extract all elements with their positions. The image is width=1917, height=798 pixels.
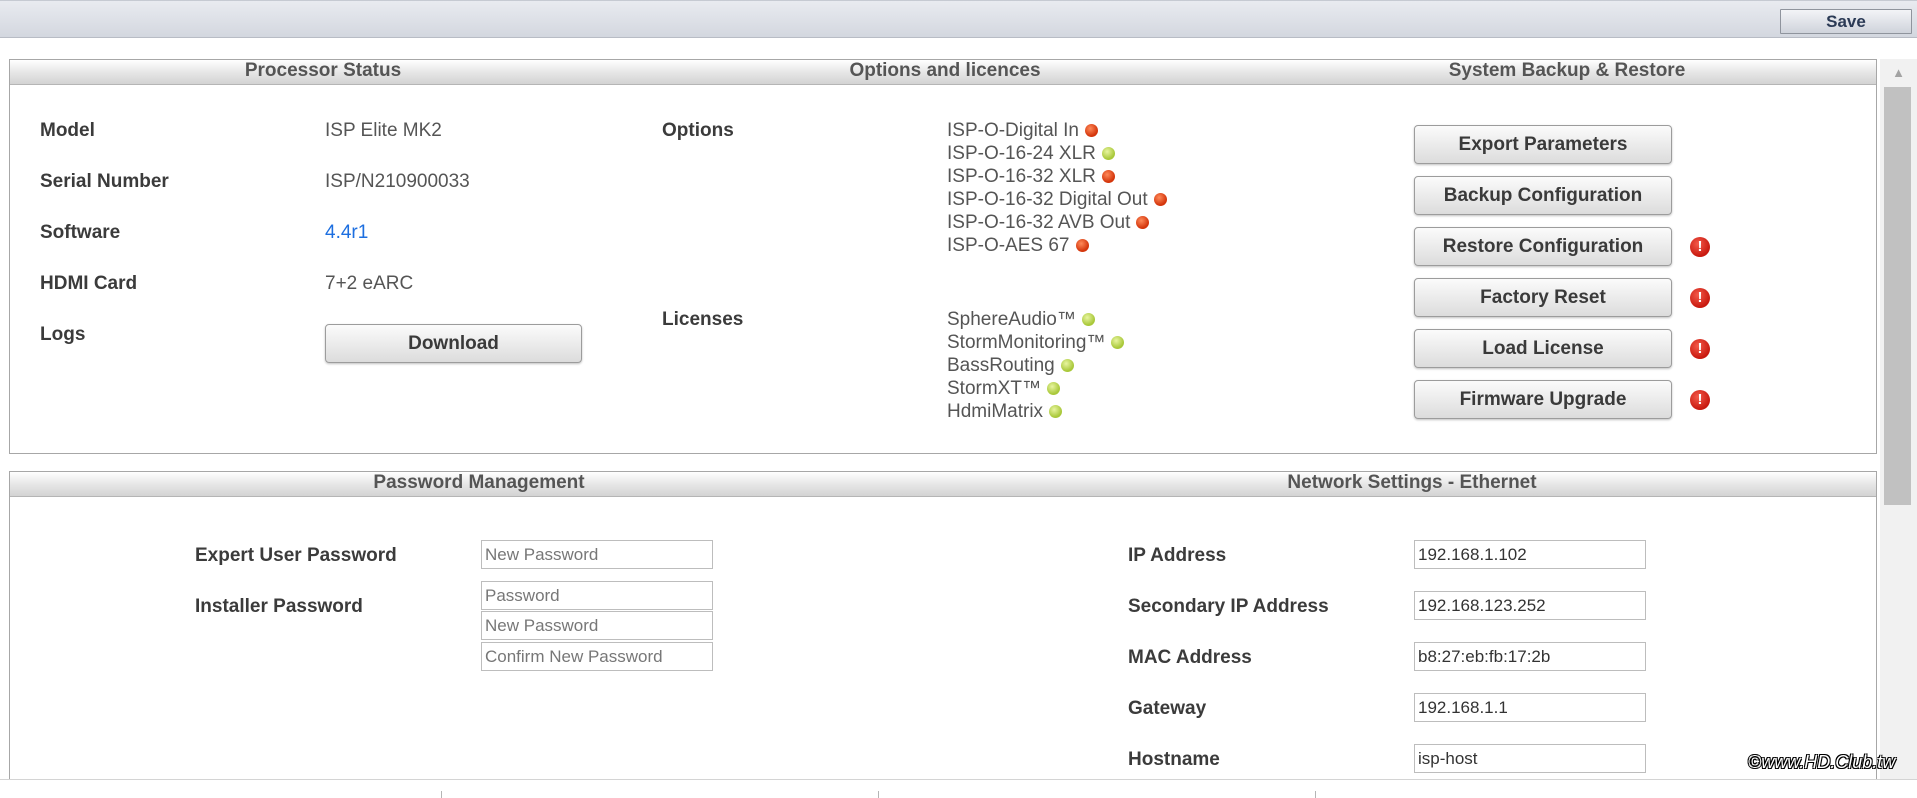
settings-panel: [9, 471, 1877, 791]
status-red-icon: [1153, 193, 1167, 206]
bottom-bar: [0, 779, 1917, 798]
option-item: ISP-O-Digital In: [947, 120, 1098, 142]
model-label: Model: [40, 120, 95, 141]
download-logs-button[interactable]: Download: [325, 324, 582, 363]
option-name: ISP-O-AES 67: [947, 235, 1070, 256]
settings-panel-header: [10, 472, 1876, 497]
top-toolbar: [0, 0, 1917, 38]
ip-address-input[interactable]: [1414, 540, 1646, 569]
backup-restore-title: System Backup & Restore: [1448, 60, 1686, 81]
license-item: HdmiMatrix: [947, 401, 1063, 423]
installer-new-password-input[interactable]: [481, 611, 713, 640]
processor-status-title: Processor Status: [244, 60, 402, 81]
divider: [441, 791, 442, 798]
status-green-icon: [1060, 359, 1074, 372]
hdmi-card-value: 7+2 eARC: [325, 273, 414, 294]
status-green-icon: [1049, 405, 1063, 418]
warning-icon: !: [1690, 288, 1710, 308]
serial-number-label: Serial Number: [40, 171, 169, 192]
backup-configuration-button[interactable]: Backup Configuration: [1414, 176, 1672, 215]
installer-current-password-input[interactable]: [481, 581, 713, 610]
warning-icon: !: [1690, 390, 1710, 410]
expert-new-password-input[interactable]: [481, 540, 713, 569]
firmware-upgrade-button[interactable]: Firmware Upgrade: [1414, 380, 1672, 419]
option-item: ISP-O-AES 67: [947, 235, 1089, 257]
save-button[interactable]: Save: [1780, 9, 1912, 34]
watermark-text: ©www.HD.Club.tw: [1748, 752, 1896, 772]
warning-icon: !: [1690, 339, 1710, 359]
option-item: ISP-O-16-24 XLR: [947, 143, 1115, 165]
license-name: HdmiMatrix: [947, 401, 1044, 422]
expert-password-label: Expert User Password: [195, 545, 397, 566]
gateway-input[interactable]: [1414, 693, 1646, 722]
hostname-label: Hostname: [1128, 749, 1220, 770]
divider: [1315, 791, 1316, 798]
status-red-icon: [1075, 239, 1089, 252]
divider: [878, 791, 879, 798]
factory-reset-button[interactable]: Factory Reset: [1414, 278, 1672, 317]
license-item: StormXT™: [947, 378, 1060, 400]
mac-address-label: MAC Address: [1128, 647, 1252, 668]
license-name: StormMonitoring™: [947, 332, 1106, 353]
option-item: ISP-O-16-32 AVB Out: [947, 212, 1150, 234]
status-green-icon: [1046, 382, 1060, 395]
model-value: ISP Elite MK2: [325, 120, 442, 141]
option-name: ISP-O-16-32 AVB Out: [947, 212, 1131, 233]
gateway-label: Gateway: [1128, 698, 1207, 719]
license-item: StormMonitoring™: [947, 332, 1125, 354]
options-label: Options: [662, 120, 734, 141]
warning-icon: !: [1690, 237, 1710, 257]
license-item: SphereAudio™: [947, 309, 1095, 331]
hostname-input[interactable]: [1414, 744, 1646, 773]
secondary-ip-input[interactable]: [1414, 591, 1646, 620]
logs-label: Logs: [40, 324, 86, 345]
option-name: ISP-O-Digital In: [947, 120, 1079, 141]
software-version-link[interactable]: 4.4r1: [325, 222, 368, 244]
scrollbar-thumb[interactable]: [1884, 87, 1911, 505]
scroll-up-arrow-icon[interactable]: ▲: [1880, 62, 1917, 84]
option-item: ISP-O-16-32 Digital Out: [947, 189, 1167, 211]
option-name: ISP-O-16-24 XLR: [947, 143, 1096, 164]
status-red-icon: [1084, 124, 1098, 137]
status-green-icon: [1081, 313, 1095, 326]
mac-address-input[interactable]: [1414, 642, 1646, 671]
license-item: BassRouting: [947, 355, 1074, 377]
load-license-button[interactable]: Load License: [1414, 329, 1672, 368]
status-red-icon: [1101, 170, 1115, 183]
license-name: SphereAudio™: [947, 309, 1076, 330]
license-name: StormXT™: [947, 378, 1041, 399]
serial-number-value: ISP/N210900033: [325, 171, 470, 192]
option-name: ISP-O-16-32 XLR: [947, 166, 1096, 187]
license-name: BassRouting: [947, 355, 1055, 376]
network-settings-title: Network Settings - Ethernet: [1287, 472, 1537, 493]
installer-confirm-password-input[interactable]: [481, 642, 713, 671]
licenses-label: Licenses: [662, 309, 744, 330]
installer-password-label: Installer Password: [195, 596, 363, 617]
secondary-ip-label: Secondary IP Address: [1128, 596, 1329, 617]
restore-configuration-button[interactable]: Restore Configuration: [1414, 227, 1672, 266]
password-management-title: Password Management: [373, 472, 585, 493]
hdmi-card-label: HDMI Card: [40, 273, 138, 294]
option-name: ISP-O-16-32 Digital Out: [947, 189, 1148, 210]
options-licences-title: Options and licences: [849, 60, 1041, 81]
ip-address-label: IP Address: [1128, 545, 1227, 566]
status-green-icon: [1101, 147, 1115, 160]
status-green-icon: [1111, 336, 1125, 349]
status-red-icon: [1136, 216, 1150, 229]
export-parameters-button[interactable]: Export Parameters: [1414, 125, 1672, 164]
option-item: ISP-O-16-32 XLR: [947, 166, 1115, 188]
software-label: Software: [40, 222, 121, 243]
